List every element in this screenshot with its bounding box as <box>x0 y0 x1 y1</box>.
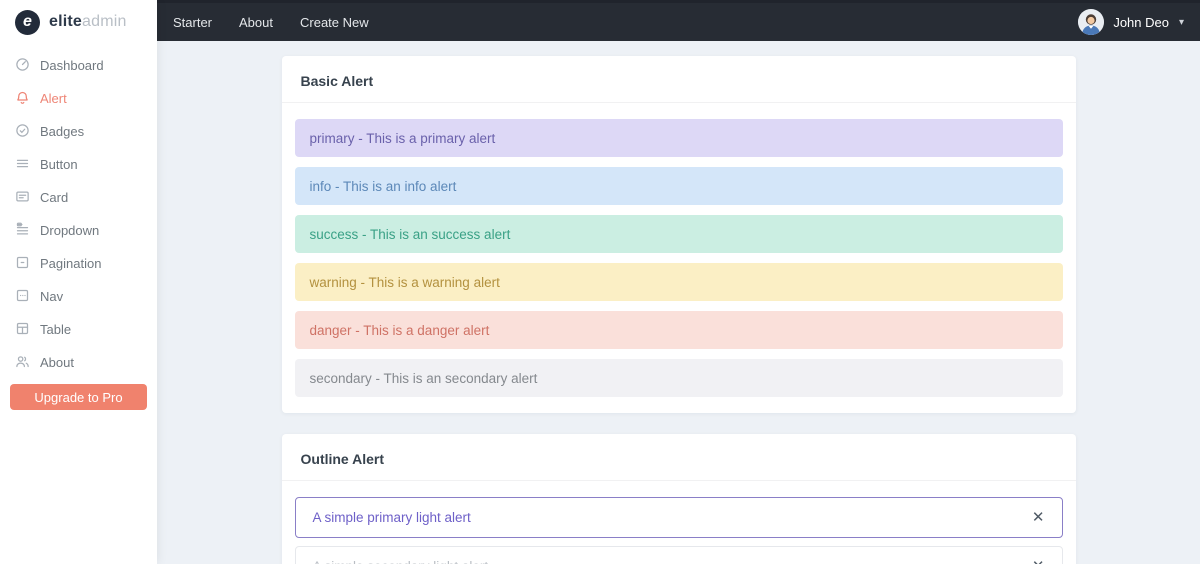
alert-text: A simple primary light alert <box>312 510 471 525</box>
list-icon <box>15 156 30 174</box>
sidebar-item-label: Pagination <box>40 256 102 271</box>
sidebar-item-dropdown[interactable]: Dropdown <box>0 214 157 247</box>
sidebar-item-label: Alert <box>40 91 67 106</box>
card-body: primary - This is a primary alert info -… <box>282 103 1076 413</box>
pagination-icon <box>15 255 30 273</box>
brand-name: eliteadmin <box>49 13 127 31</box>
sidebar-nav: Dashboard Alert Badges Button Card Dropd… <box>0 44 157 379</box>
brand-logo[interactable]: e eliteadmin <box>0 0 157 44</box>
brand-name-light: admin <box>82 13 127 30</box>
bell-icon <box>15 90 30 108</box>
alert-primary: primary - This is a primary alert <box>294 119 1063 157</box>
upgrade-to-pro-button[interactable]: Upgrade to Pro <box>10 384 147 410</box>
nav-box-icon <box>15 288 30 306</box>
sidebar-item-label: About <box>40 355 74 370</box>
alert-text: A simple secondary light alert <box>313 559 489 564</box>
alert-warning: warning - This is a warning alert <box>294 263 1063 301</box>
outline-alert-card: Outline Alert A simple primary light ale… <box>281 434 1076 564</box>
sidebar-item-label: Badges <box>40 124 85 139</box>
basic-alert-card: Basic Alert primary - This is a primary … <box>281 56 1076 413</box>
card-title: Basic Alert <box>300 73 374 89</box>
alert-success: success - This is an success alert <box>294 215 1063 253</box>
card-icon <box>15 189 30 207</box>
card-body: A simple primary light alert ✕ A simple … <box>282 481 1076 564</box>
table-icon <box>15 321 30 339</box>
main-content: Basic Alert primary - This is a primary … <box>157 44 1200 564</box>
sidebar-item-pagination[interactable]: Pagination <box>0 247 157 280</box>
close-icon[interactable]: ✕ <box>1032 559 1045 564</box>
sidebar-item-label: Button <box>40 157 78 172</box>
sidebar: e eliteadmin Dashboard Alert Badges Butt… <box>0 0 157 564</box>
alert-info: info - This is an info alert <box>294 167 1063 205</box>
card-header: Basic Alert <box>281 56 1076 103</box>
sidebar-item-table[interactable]: Table <box>0 313 157 346</box>
topnav-link-create-new[interactable]: Create New <box>300 15 369 30</box>
users-icon <box>15 354 30 372</box>
dropdown-icon <box>15 222 30 240</box>
topnav-link-starter[interactable]: Starter <box>173 15 212 30</box>
alert-outline-primary: A simple primary light alert ✕ <box>294 497 1063 538</box>
sidebar-item-about[interactable]: About <box>0 346 157 379</box>
sidebar-item-label: Nav <box>40 289 64 304</box>
brand-name-bold: elite <box>49 13 83 30</box>
alert-secondary: secondary - This is an secondary alert <box>294 359 1063 397</box>
user-name: John Deo <box>1113 14 1169 30</box>
brand-logo-icon: e <box>15 9 40 35</box>
sidebar-item-button[interactable]: Button <box>0 148 157 181</box>
chevron-down-icon: ▾ <box>1178 16 1184 28</box>
close-icon[interactable]: ✕ <box>1032 510 1045 525</box>
sidebar-item-nav[interactable]: Nav <box>0 280 157 313</box>
sidebar-item-badges[interactable]: Badges <box>0 115 157 148</box>
check-circle-icon <box>15 123 30 141</box>
sidebar-item-dashboard[interactable]: Dashboard <box>0 49 157 82</box>
sidebar-item-label: Card <box>40 190 69 205</box>
top-navbar: Starter About Create New John Deo ▾ <box>157 0 1200 41</box>
sidebar-item-label: Dropdown <box>40 223 100 238</box>
topnav-link-about[interactable]: About <box>239 15 273 30</box>
sidebar-item-alert[interactable]: Alert <box>0 82 157 115</box>
alert-danger: danger - This is a danger alert <box>294 311 1063 349</box>
avatar <box>1078 9 1105 35</box>
user-menu[interactable]: John Deo ▾ <box>1078 9 1184 35</box>
sidebar-item-label: Table <box>40 322 72 337</box>
sidebar-item-card[interactable]: Card <box>0 181 157 214</box>
speedometer-icon <box>15 57 30 75</box>
card-header: Outline Alert <box>281 434 1076 481</box>
alert-outline-secondary: A simple secondary light alert ✕ <box>294 546 1063 564</box>
card-title: Outline Alert <box>300 451 385 467</box>
sidebar-item-label: Dashboard <box>40 58 104 73</box>
